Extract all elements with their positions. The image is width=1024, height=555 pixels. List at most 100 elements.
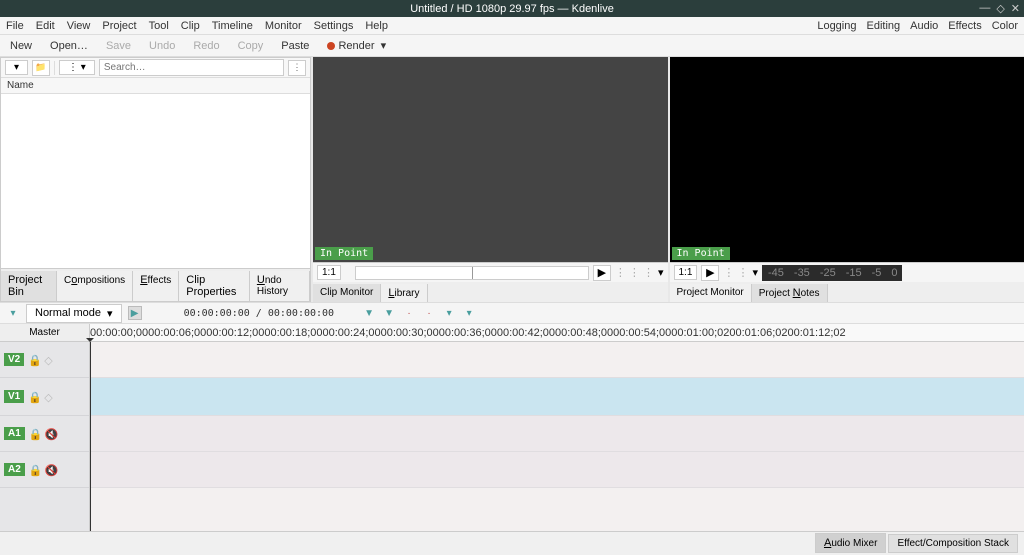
lock-icon[interactable]: 🔒	[28, 391, 40, 403]
menu-monitor[interactable]: Monitor	[265, 20, 302, 32]
lock-icon[interactable]: 🔒	[29, 428, 41, 440]
bin-header-name[interactable]: Name	[1, 78, 310, 94]
marker-out-icon[interactable]: ▼	[382, 306, 396, 320]
zoom-dropdown[interactable]: 1:1	[674, 265, 698, 280]
title-bar: Untitled / HD 1080p 29.97 fps — Kdenlive…	[0, 0, 1024, 17]
edit-mode-dropdown[interactable]: Normal mode ▾	[26, 304, 122, 323]
track-headers: V2🔒◇ V1🔒◇ A1🔒🔇 A2🔒🔇	[0, 342, 90, 531]
timeline-toolbar: ▾ Normal mode ▾ ▶ 00:00:00:00 / 00:00:00…	[0, 302, 1024, 324]
dots-icon[interactable]: ⋮ ⋮	[723, 266, 748, 279]
menu-help[interactable]: Help	[365, 20, 388, 32]
track-head-a2[interactable]: A2🔒🔇	[0, 452, 89, 488]
tab-clip-properties[interactable]: Clip Properties	[179, 271, 250, 301]
maximize-icon[interactable]: ◇	[996, 2, 1004, 15]
timeline-tracks[interactable]	[90, 342, 1024, 531]
play-button[interactable]: ▶	[701, 265, 719, 281]
tab-audio-mixer[interactable]: Audio Mixer	[815, 533, 886, 553]
record-icon	[327, 42, 335, 50]
play-icon[interactable]: ▶	[128, 306, 142, 320]
mute-icon[interactable]: ◇	[44, 391, 56, 403]
mute-icon[interactable]: 🔇	[45, 464, 57, 476]
window-title: Untitled / HD 1080p 29.97 fps — Kdenlive	[410, 3, 614, 15]
project-monitor-view[interactable]: In Point	[670, 57, 1024, 262]
dots-icon[interactable]: ⋮ ⋮ ⋮	[615, 266, 654, 279]
layout-editing[interactable]: Editing	[866, 20, 900, 32]
add-clip-dropdown[interactable]: ▾	[5, 60, 28, 75]
track-head-a1[interactable]: A1🔒🔇	[0, 416, 89, 452]
clip-position-slider[interactable]	[355, 266, 589, 280]
menu-project[interactable]: Project	[102, 20, 136, 32]
tab-project-notes[interactable]: Project Notes	[752, 284, 828, 302]
view-dropdown[interactable]: ⋮ ▾	[59, 60, 95, 75]
folder-icon[interactable]: 📁	[32, 60, 50, 76]
timeline-config-icon[interactable]: ▾	[6, 306, 20, 320]
lane-a2[interactable]	[90, 452, 1024, 488]
play-button[interactable]: ▶	[593, 265, 611, 281]
new-button[interactable]: New	[10, 40, 32, 52]
menu-edit[interactable]: Edit	[36, 20, 55, 32]
timecode-display: 00:00:00:00 / 00:00:00:00	[184, 308, 335, 319]
tab-compositions[interactable]: Compositions	[57, 271, 133, 301]
guide-icon[interactable]: ▾	[442, 306, 456, 320]
tab-project-monitor[interactable]: Project Monitor	[670, 284, 752, 302]
lock-icon[interactable]: 🔒	[28, 354, 40, 366]
search-input[interactable]	[99, 59, 284, 76]
paste-button[interactable]: Paste	[281, 40, 309, 52]
lane-v2[interactable]	[90, 342, 1024, 378]
tab-library[interactable]: Library	[381, 284, 427, 302]
tab-clip-monitor[interactable]: Clip Monitor	[313, 284, 381, 302]
track-head-v2[interactable]: V2🔒◇	[0, 342, 89, 378]
delete-marker-icon[interactable]: ·	[402, 306, 416, 320]
clip-monitor-view[interactable]: In Point	[313, 57, 668, 262]
copy-button[interactable]: Copy	[238, 40, 264, 52]
tab-effect-stack[interactable]: Effect/Composition Stack	[888, 534, 1018, 553]
menu-tool[interactable]: Tool	[149, 20, 169, 32]
playhead[interactable]	[90, 342, 91, 531]
snap-icon[interactable]: ▾	[462, 306, 476, 320]
close-icon[interactable]: ✕	[1011, 2, 1020, 15]
menu-view[interactable]: View	[67, 20, 91, 32]
marker-in-icon[interactable]: ▼	[362, 306, 376, 320]
more-icon[interactable]: ▾	[658, 266, 664, 279]
layout-color[interactable]: Color	[992, 20, 1018, 32]
bin-content[interactable]	[1, 94, 310, 268]
layout-audio[interactable]: Audio	[910, 20, 938, 32]
options-icon[interactable]: ⋮	[288, 60, 306, 76]
track-head-v1[interactable]: V1🔒◇	[0, 378, 89, 416]
menu-bar: File Edit View Project Tool Clip Timelin…	[0, 17, 1024, 35]
redo-button[interactable]: Redo	[193, 40, 219, 52]
menu-clip[interactable]: Clip	[181, 20, 200, 32]
menu-settings[interactable]: Settings	[314, 20, 354, 32]
audio-level-meter: -45-35-25-15-50	[762, 265, 902, 281]
minimize-icon[interactable]: —	[979, 2, 990, 15]
timeline-ruler[interactable]: 00:00:00;0000:00:06;0000:00:12;0000:00:1…	[90, 324, 1024, 341]
mute-icon[interactable]: 🔇	[45, 428, 57, 440]
delete-all-markers-icon[interactable]: ·	[422, 306, 436, 320]
layout-effects[interactable]: Effects	[948, 20, 981, 32]
open-button[interactable]: Open…	[50, 40, 88, 52]
project-bin-panel: ▾ 📁 ⋮ ▾ ⋮ Name Project Bin Compositions …	[0, 57, 311, 302]
lock-icon[interactable]: 🔒	[29, 464, 41, 476]
in-point-label: In Point	[672, 247, 730, 260]
layout-logging[interactable]: Logging	[817, 20, 856, 32]
main-toolbar: New Open… Save Undo Redo Copy Paste Rend…	[0, 35, 1024, 57]
clip-monitor-panel: In Point 1:1 ▶ ⋮ ⋮ ⋮ ▾ Clip Monitor Libr…	[313, 57, 668, 302]
menu-file[interactable]: File	[6, 20, 24, 32]
more-icon[interactable]: ▾	[752, 266, 758, 279]
tab-project-bin[interactable]: Project Bin	[1, 271, 57, 301]
bottom-dock: Audio Mixer Effect/Composition Stack	[0, 531, 1024, 555]
undo-button[interactable]: Undo	[149, 40, 175, 52]
track-master[interactable]: Master	[0, 324, 90, 341]
timeline: Master 00:00:00;0000:00:06;0000:00:12;00…	[0, 324, 1024, 531]
lane-a1[interactable]	[90, 416, 1024, 452]
zoom-dropdown[interactable]: 1:1	[317, 265, 341, 280]
render-button[interactable]: Render ▾	[327, 39, 386, 52]
tab-undo-history[interactable]: Undo History	[250, 271, 310, 301]
mute-icon[interactable]: ◇	[44, 354, 56, 366]
save-button[interactable]: Save	[106, 40, 131, 52]
lane-v1[interactable]	[90, 378, 1024, 416]
in-point-label: In Point	[315, 247, 373, 260]
project-monitor-panel: In Point 1:1 ▶ ⋮ ⋮ ▾ -45-35-25-15-50 Pro…	[670, 57, 1024, 302]
tab-effects[interactable]: Effects	[133, 271, 179, 301]
menu-timeline[interactable]: Timeline	[212, 20, 253, 32]
